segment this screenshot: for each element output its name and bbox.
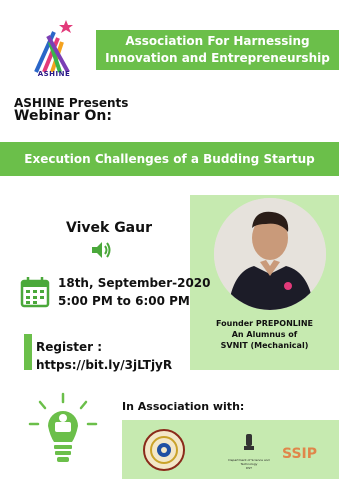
speaker-info: Founder PREPONLINE An Alumnus of SVNIT (…	[190, 318, 339, 351]
dst-emblem-icon	[244, 434, 254, 450]
register-label: Register :	[36, 340, 102, 354]
speaker-college: SVNIT (Mechanical)	[220, 341, 309, 350]
svnit-emblem-icon	[143, 429, 185, 471]
event-time: 5:00 PM to 6:00 PM	[58, 294, 190, 308]
speaker-role: Founder PREPONLINE	[216, 319, 313, 328]
speaker-portrait-icon	[214, 198, 326, 310]
calendar-icon	[20, 277, 50, 308]
speaker-icon	[92, 242, 111, 258]
org-banner: Association For Harnessing Innovation an…	[96, 30, 339, 70]
dst-name: Department of Science and Technology	[228, 458, 270, 466]
event-date: 18th, September-2020	[58, 276, 211, 290]
register-accent-bar	[24, 334, 32, 370]
lightbulb-icon	[28, 392, 98, 462]
speaker-photo	[214, 198, 326, 310]
association-heading: In Association with:	[122, 400, 245, 413]
speaker-name: Vivek Gaur	[66, 220, 153, 236]
speaker-alumnus: An Alumnus of	[231, 330, 298, 339]
webinar-title: Execution Challenges of a Budding Startu…	[0, 142, 339, 176]
ssip-logo: SSIP	[282, 446, 318, 462]
org-name-line1: Association For Harnessing	[125, 34, 310, 48]
org-name-line2: Innovation and Entrepreneurship	[105, 51, 330, 65]
logo-text: ASHINE	[37, 70, 71, 78]
dst-abbr: DST	[245, 466, 253, 470]
dst-logo: Department of Science and Technology DST	[224, 432, 274, 472]
register-link[interactable]: https://bit.ly/3jLTjyR	[36, 358, 172, 372]
webinar-heading: Webinar On:	[14, 108, 112, 124]
